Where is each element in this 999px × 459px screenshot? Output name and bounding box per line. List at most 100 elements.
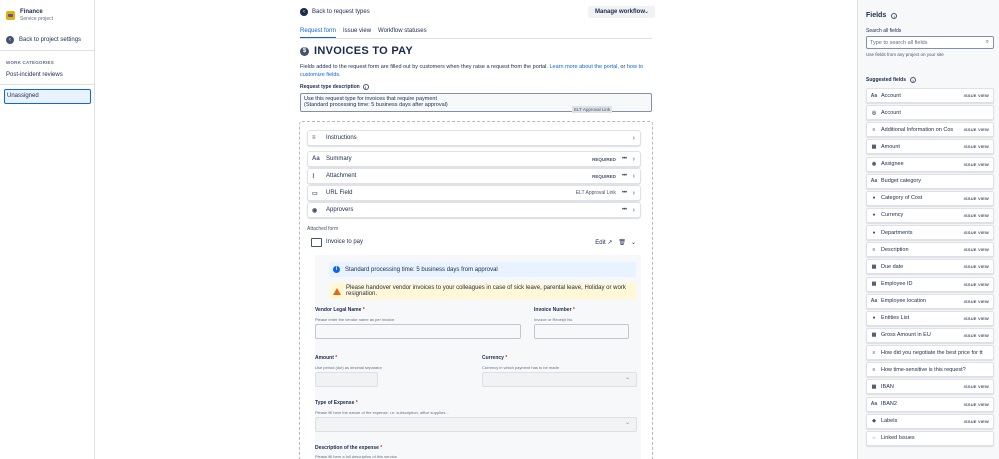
field-item[interactable]: Aa Employee location ISSUE VIEW	[866, 293, 994, 309]
chevron-down-icon[interactable]: ⌄	[631, 239, 636, 246]
form-row-label: Approvers	[326, 207, 354, 213]
issue-view-badge: ISSUE VIEW	[963, 127, 989, 133]
sidebar-item-post-incident-reviews[interactable]: Post-incident reviews	[6, 72, 63, 78]
more-options-icon[interactable]: •••	[622, 173, 627, 179]
request-type-description-text: Request type description	[300, 84, 360, 90]
required-asterisk: *	[505, 355, 508, 361]
vendor-name-label-text: Vendor Legal Name	[315, 307, 362, 313]
tab-bar: Request form Issue view Workflow statuse…	[300, 28, 427, 38]
tab-underline	[300, 38, 652, 39]
more-options-icon[interactable]: •••	[622, 156, 627, 162]
divider	[0, 84, 94, 85]
fields-panel-title: Fields i	[866, 12, 898, 19]
field-name: How time-sensitive is this request?	[881, 366, 966, 373]
field-item[interactable]: Aa IBAN2 ISSUE VIEW	[866, 396, 994, 412]
required-badge: REQUIRED	[592, 173, 616, 179]
chevron-right-icon[interactable]: ›	[633, 135, 635, 142]
field-name: Assignee	[881, 161, 904, 168]
sidebar: Finance Service project ‹ Back to projec…	[0, 0, 95, 459]
request-type-icon[interactable]: $	[300, 46, 309, 56]
attached-form-row[interactable]: Invoice to pay Edit ↗ 🗑 ⌄	[307, 234, 641, 250]
field-item[interactable]: ▦ Gross Amount in EU ISSUE VIEW	[866, 327, 994, 343]
issue-view-badge: ISSUE VIEW	[963, 332, 989, 338]
field-item[interactable]: ▦ Employee ID ISSUE VIEW	[866, 276, 994, 292]
divider	[0, 50, 94, 51]
form-row-url-field[interactable]: ▭ URL Field ELT Approval Link ••• ›	[307, 185, 641, 201]
target-icon: ◎	[871, 109, 877, 116]
vendor-name-input[interactable]	[315, 324, 521, 339]
chevron-right-icon[interactable]: ›	[633, 207, 635, 214]
invoice-number-help: Invoice or Receipt No.	[534, 317, 574, 322]
form-row-summary[interactable]: Aa Summary REQUIRED ••• ›	[307, 151, 641, 167]
edit-form-button[interactable]: Edit ↗	[595, 239, 612, 246]
expense-description-label-text: Description of the expense	[315, 445, 379, 451]
field-item[interactable]: ◆ Labels ISSUE VIEW	[866, 413, 994, 429]
form-row-approvers[interactable]: ◉ Approvers ••• ›	[307, 202, 641, 218]
work-categories-heading: WORK CATEGORIES	[6, 60, 54, 65]
amount-input[interactable]	[315, 372, 378, 387]
back-to-project-settings-link[interactable]: ‹ Back to project settings	[6, 36, 81, 44]
attached-form-label: Attached form	[307, 226, 339, 232]
fields-description-text: Fields added to the request form are fil…	[300, 64, 550, 70]
warning-banner: Please handover vendor invoices to your …	[329, 283, 636, 299]
more-options-icon[interactable]: •••	[622, 190, 627, 196]
folder-icon: ▭	[312, 190, 318, 197]
field-item[interactable]: Aa Budget category	[866, 173, 994, 189]
main-content: ‹ Back to request types Manage workflow …	[95, 0, 857, 459]
currency-select[interactable]	[482, 372, 637, 387]
chevron-right-icon[interactable]: ›	[633, 173, 635, 180]
project-header[interactable]: Finance Service project	[6, 9, 53, 22]
info-icon[interactable]: i	[910, 77, 917, 83]
field-name: Amount	[881, 143, 900, 150]
field-item[interactable]: ≡ Description ISSUE VIEW	[866, 242, 994, 258]
form-row-attachment[interactable]: ⌇ Attachment REQUIRED ••• ›	[307, 168, 641, 184]
info-icon[interactable]: i	[362, 84, 369, 90]
field-item[interactable]: ● Entities List ISSUE VIEW	[866, 310, 994, 326]
field-item[interactable]: ▦ Amount ISSUE VIEW	[866, 139, 994, 155]
select-list-icon: ●	[872, 195, 876, 202]
number-field-icon: ▦	[871, 383, 877, 390]
required-asterisk: *	[335, 355, 338, 361]
tab-workflow-statuses[interactable]: Workflow statuses	[378, 28, 427, 38]
field-item[interactable]: ● Currency ISSUE VIEW	[866, 207, 994, 223]
field-item[interactable]: ≡ How did you negotiate the best price fo…	[866, 345, 994, 361]
manage-workflow-button[interactable]: Manage workflow ⌄	[588, 6, 655, 18]
link-icon: ⇔	[871, 435, 877, 442]
chevron-right-icon[interactable]: ›	[633, 190, 635, 197]
fields-description-mid: , or	[617, 64, 627, 70]
field-item[interactable]: ▦ Due date ISSUE VIEW	[866, 259, 994, 275]
field-item[interactable]: ▦ IBAN ISSUE VIEW	[866, 379, 994, 395]
amount-label: Amount *	[315, 355, 337, 361]
issue-view-badge: ISSUE VIEW	[963, 298, 989, 304]
trash-icon[interactable]: 🗑	[618, 239, 626, 246]
expense-type-select[interactable]	[315, 417, 637, 432]
field-item[interactable]: ≡ How time-sensitive is this request?	[866, 362, 994, 378]
chevron-right-icon[interactable]: ›	[633, 156, 635, 163]
field-item[interactable]: ● Category of Cost ISSUE VIEW	[866, 190, 994, 206]
tab-request-form[interactable]: Request form	[300, 28, 337, 38]
field-item[interactable]: ⇔ Linked Issues	[866, 430, 994, 446]
issue-view-badge: ISSUE VIEW	[963, 315, 989, 321]
invoice-number-input[interactable]	[534, 324, 629, 339]
field-name: Category of Cost	[881, 195, 923, 202]
field-item[interactable]: ◎ Account	[866, 105, 994, 121]
form-row-value: ELT Approval Link	[575, 190, 616, 196]
search-fields-input[interactable]: Type to search all fields ⌕	[866, 36, 994, 49]
learn-more-portal-link[interactable]: Learn more about the portal	[549, 64, 617, 70]
field-item[interactable]: ≡ Additional Information on Cos ISSUE VIEW	[866, 122, 994, 138]
more-options-icon[interactable]: •••	[622, 207, 627, 213]
field-item[interactable]: ● Departments ISSUE VIEW	[866, 225, 994, 241]
required-asterisk: *	[355, 400, 358, 406]
sidebar-item-unassigned[interactable]: Unassigned	[4, 89, 91, 104]
amount-help: Use period (dot) as decimal separator	[315, 365, 382, 370]
form-row-instructions[interactable]: ≡ Instructions ›	[307, 130, 641, 146]
fields-description: Fields added to the request form are fil…	[300, 63, 652, 79]
form-row-label: Summary	[326, 156, 352, 162]
form-row-label: Attachment	[326, 173, 357, 179]
field-item[interactable]: ◉ Assignee ISSUE VIEW	[866, 156, 994, 172]
text-field-icon: Aa	[870, 401, 878, 408]
field-item[interactable]: Aa Account ISSUE VIEW	[866, 88, 994, 103]
tab-issue-view[interactable]: Issue view	[343, 28, 371, 38]
back-to-request-types-link[interactable]: ‹ Back to request types	[300, 8, 370, 16]
info-icon[interactable]: i	[891, 12, 898, 19]
